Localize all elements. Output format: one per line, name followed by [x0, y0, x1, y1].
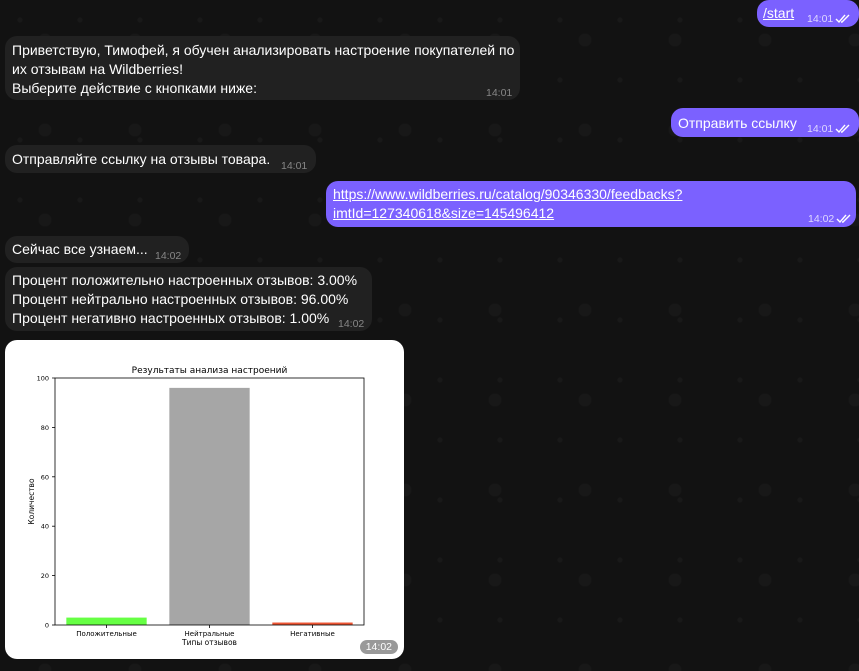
message-results: Процент положительно настроенных отзывов… — [5, 267, 372, 331]
photo-time-badge: 14:02 — [359, 640, 398, 654]
result-line-negative: Процент негативно настроенных отзывов: 1… — [12, 310, 330, 326]
message-time: 14:02 — [808, 210, 852, 229]
message-send-link: Отправить ссылку 14:01 — [671, 108, 859, 137]
greeting-line: Выберите действие с кнопками ниже: — [12, 80, 257, 96]
y-axis-label: Количество — [27, 478, 36, 525]
x-tick-label: Нейтральные — [185, 630, 235, 638]
double-check-icon — [835, 124, 850, 134]
double-check-icon — [835, 14, 850, 24]
result-line-positive: Процент положительно настроенных отзывов… — [12, 272, 358, 288]
x-tick-label: Положительные — [76, 630, 137, 638]
greeting-line: Приветствую, Тимофей, я обучен анализиро… — [12, 42, 515, 58]
send-link-text: Отправить ссылку — [678, 115, 797, 131]
message-time: 14:01 — [281, 160, 308, 172]
message-send-prompt: Отправляйте ссылку на отзывы товара. 14:… — [5, 145, 316, 173]
x-axis-label: Типы отзывов — [181, 638, 237, 647]
chart-title: Результаты анализа настроений — [132, 366, 288, 376]
x-tick-label: Негативные — [290, 630, 335, 638]
send-prompt-text: Отправляйте ссылку на отзывы товара. — [12, 151, 271, 167]
y-tick-label: 0 — [45, 622, 49, 630]
result-line-neutral: Процент нейтрально настроенных отзывов: … — [12, 291, 349, 307]
message-time: 14:02 — [338, 318, 365, 330]
message-time: 14:01 — [486, 87, 513, 99]
y-tick-label: 100 — [37, 375, 49, 383]
y-tick-label: 80 — [41, 424, 49, 432]
bar-0 — [66, 617, 147, 625]
greeting-line: их отзывам на Wildberries! — [12, 61, 183, 77]
double-check-icon — [836, 214, 851, 224]
message-time: 14:01 — [807, 10, 851, 29]
message-greeting: Приветствую, Тимофей, я обучен анализиро… — [5, 36, 520, 100]
chart-photo-message[interactable]: Результаты анализа настроений Положительн… — [5, 340, 404, 659]
y-tick-label: 40 — [41, 523, 49, 531]
message-start[interactable]: /start 14:01 — [757, 0, 859, 27]
message-url: https://www.wildberries.ru/catalog/90346… — [326, 181, 856, 227]
wait-text: Сейчас все узнаем... — [12, 241, 148, 257]
start-command-link[interactable]: /start — [763, 4, 794, 23]
message-time: 14:02 — [155, 250, 182, 262]
sentiment-bar-chart: Результаты анализа настроений Положительн… — [27, 366, 365, 647]
y-tick-label: 20 — [41, 572, 49, 580]
message-time: 14:01 — [807, 120, 851, 139]
feedbacks-url-link[interactable]: https://www.wildberries.ru/catalog/90346… — [333, 186, 682, 202]
message-wait: Сейчас все узнаем... 14:02 — [5, 236, 189, 263]
feedbacks-url-link[interactable]: imtId=127340618&size=145496412 — [333, 205, 554, 221]
y-tick-label: 60 — [41, 473, 49, 481]
bar-1 — [169, 387, 250, 625]
